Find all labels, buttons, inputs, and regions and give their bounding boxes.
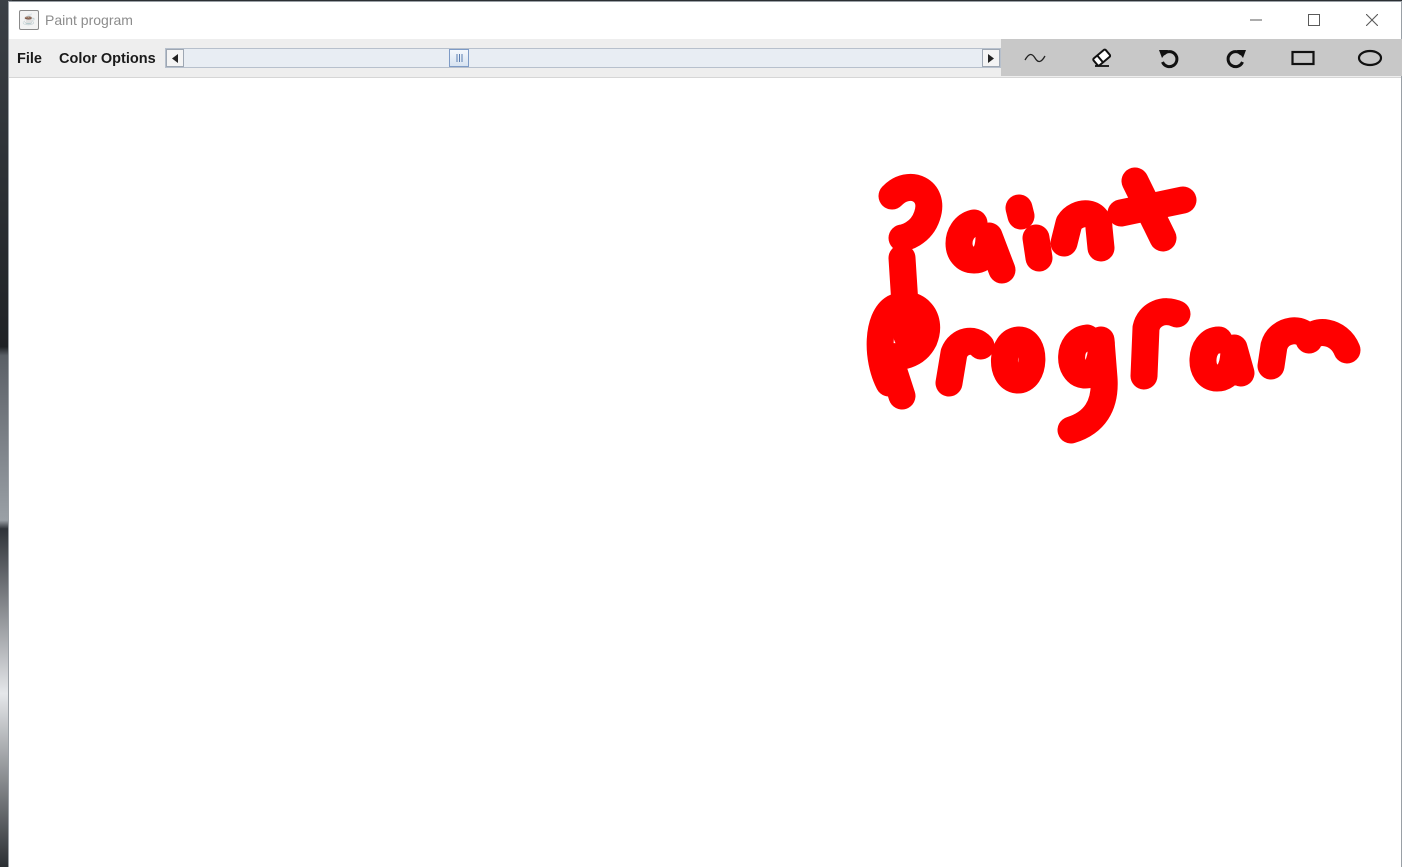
menu-file[interactable]: File <box>17 39 42 77</box>
rectangle-icon <box>1290 50 1315 65</box>
eraser-icon <box>1091 48 1111 67</box>
menu-bar: File Color Options <box>9 39 1402 78</box>
minimize-button[interactable] <box>1227 2 1285 38</box>
rectangle-tool-button[interactable] <box>1269 39 1336 76</box>
right-arrow-icon <box>988 53 994 63</box>
oval-tool-button[interactable] <box>1336 39 1402 76</box>
redo-icon <box>1226 49 1246 68</box>
undo-icon <box>1158 49 1178 68</box>
slider-right-arrow-button[interactable] <box>982 49 1000 67</box>
left-arrow-icon <box>172 53 178 63</box>
window-controls <box>1227 2 1401 38</box>
grip-icon <box>456 54 462 62</box>
drawing-stroke-r1 <box>935 327 995 397</box>
eraser-tool-button[interactable] <box>1068 39 1135 76</box>
freehand-tool-button[interactable] <box>1001 39 1068 76</box>
drawing-stroke-i-dot <box>1005 194 1035 230</box>
slider-track[interactable] <box>184 49 982 67</box>
freehand-icon <box>1023 53 1046 62</box>
brush-size-slider[interactable] <box>165 48 1001 68</box>
minimize-icon <box>1250 19 1262 21</box>
redo-button[interactable] <box>1202 39 1269 76</box>
canvas-drawing <box>866 167 1361 444</box>
drawing-stroke-r2 <box>1130 298 1191 390</box>
drawing-stroke-i <box>1022 224 1053 272</box>
paint-window: ☕ Paint program File Color Options <box>8 1 1402 867</box>
drawing-stroke-o1 <box>991 326 1046 394</box>
maximize-icon <box>1308 14 1320 26</box>
drawing-stroke-P2 <box>866 291 941 410</box>
title-bar: ☕ Paint program <box>9 2 1401 38</box>
java-app-icon: ☕ <box>19 10 39 30</box>
drawing-stroke-m <box>1257 317 1361 380</box>
window-title: Paint program <box>45 12 133 28</box>
maximize-button[interactable] <box>1285 2 1343 38</box>
drawing-stroke-n <box>1050 200 1115 262</box>
slider-left-arrow-button[interactable] <box>166 49 184 67</box>
drawing-stroke-g <box>1057 324 1118 444</box>
drawing-stroke-t-bar <box>1107 186 1197 227</box>
drawing-canvas[interactable] <box>9 78 1401 867</box>
menu-color-options[interactable]: Color Options <box>59 39 156 77</box>
slider-thumb[interactable] <box>449 49 469 67</box>
oval-icon <box>1357 49 1382 66</box>
close-icon <box>1366 14 1378 26</box>
undo-button[interactable] <box>1135 39 1202 76</box>
drawing-stroke-a <box>945 209 1016 284</box>
drawing-stroke-a2 <box>1189 326 1255 392</box>
tool-bar <box>1001 39 1402 76</box>
close-button[interactable] <box>1343 2 1401 38</box>
drawing-stroke-P1-bowl <box>878 173 943 252</box>
